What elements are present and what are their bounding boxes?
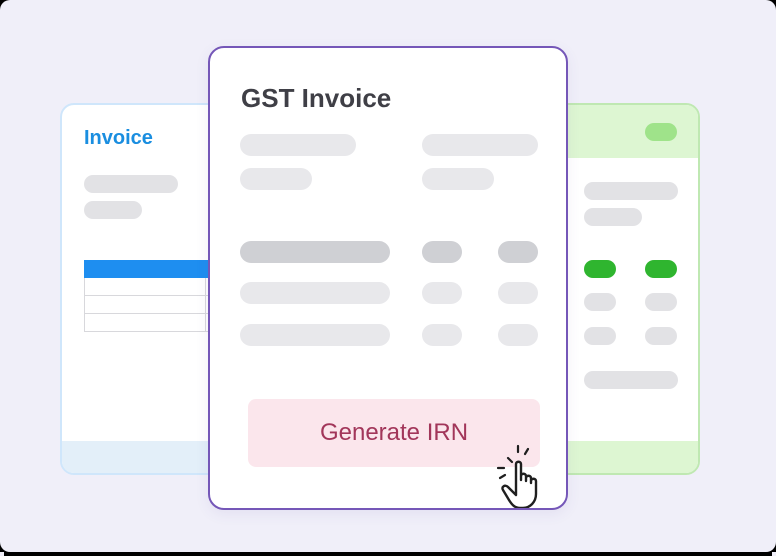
placeholder-line	[422, 168, 494, 190]
status-placeholder-line	[584, 371, 678, 389]
status-placeholder-line	[584, 182, 678, 200]
status-placeholder-cell	[645, 327, 677, 345]
hand-pointer-icon	[496, 444, 538, 508]
status-indicator	[645, 260, 677, 278]
gst-invoice-title: GST Invoice	[241, 83, 392, 113]
placeholder-line	[422, 134, 538, 156]
table-cell	[422, 282, 462, 304]
invoice-card-title: Invoice	[84, 127, 153, 149]
table-cell	[422, 324, 462, 346]
table-header-cell	[422, 241, 462, 263]
invoice-placeholder-line	[84, 201, 142, 219]
table-cell	[240, 282, 390, 304]
table-cell	[498, 282, 538, 304]
table-cell	[240, 324, 390, 346]
placeholder-line	[240, 168, 312, 190]
status-indicator	[584, 260, 616, 278]
invoice-card: Invoice	[60, 103, 230, 475]
status-placeholder-cell	[584, 293, 616, 311]
gst-invoice-card: GST Invoice Generate IRN	[208, 46, 568, 510]
status-placeholder-cell	[584, 327, 616, 345]
illustration-canvas: Invoice GST Invoice Generate IRN	[0, 0, 776, 552]
table-header-cell	[240, 241, 390, 263]
status-placeholder-cell	[645, 293, 677, 311]
placeholder-line	[240, 134, 356, 156]
table-header-cell	[498, 241, 538, 263]
status-header-badge	[645, 123, 677, 141]
status-placeholder-line	[584, 208, 642, 226]
invoice-card-footer	[62, 441, 228, 473]
status-card	[550, 103, 700, 475]
invoice-placeholder-line	[84, 175, 178, 193]
status-card-footer	[552, 441, 698, 473]
table-cell	[498, 324, 538, 346]
